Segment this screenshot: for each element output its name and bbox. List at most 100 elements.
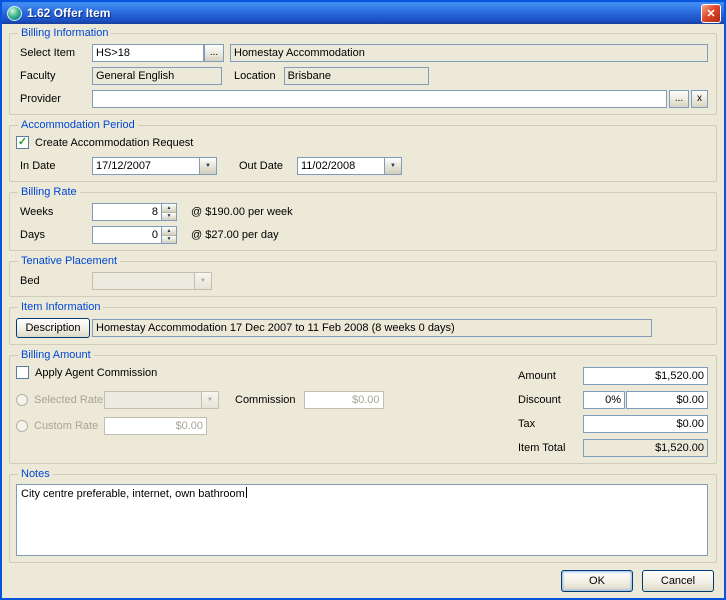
commission-panel: Apply Agent Commission Selected Rate ▼ C… [16, 361, 518, 457]
create-request-label: Create Accommodation Request [35, 137, 193, 149]
item-total-label: Item Total [518, 442, 566, 454]
custom-rate-row: Custom Rate $0.00 [16, 417, 518, 435]
select-item-browse-button[interactable]: ... [204, 44, 224, 62]
select-item-label: Select Item [16, 47, 92, 59]
description-field: Homestay Accommodation 17 Dec 2007 to 11… [92, 319, 652, 337]
tax-field[interactable]: $0.00 [583, 415, 708, 433]
tax-row: Tax $0.00 [518, 415, 708, 433]
custom-rate-label: Custom Rate [34, 420, 104, 432]
offer-item-dialog: 1.62 Offer Item ✕ Billing Information Se… [0, 0, 726, 600]
selected-rate-row: Selected Rate ▼ Commission $0.00 [16, 391, 518, 409]
provider-input[interactable] [92, 90, 667, 108]
discount-percent-field[interactable]: 0% [583, 391, 625, 409]
billing-amount-title: Billing Amount [18, 349, 94, 361]
commission-label: Commission [235, 394, 296, 406]
section-billing-amount: Billing Amount Apply Agent Commission Se… [9, 349, 717, 464]
selected-rate-radio [16, 394, 28, 406]
section-item-information: Item Information Description Homestay Ac… [9, 301, 717, 345]
apply-commission-row: Apply Agent Commission [16, 366, 518, 379]
amount-field[interactable]: $1,520.00 [583, 367, 708, 385]
tax-label: Tax [518, 418, 535, 430]
description-row: Description Homestay Accommodation 17 De… [16, 318, 708, 338]
weeks-spin-buttons: ▲ ▼ [161, 204, 176, 220]
in-date-dropdown-button[interactable]: ▼ [199, 158, 216, 174]
notes-text: City centre preferable, internet, own ba… [21, 488, 247, 500]
selected-rate-value [105, 392, 201, 408]
discount-label: Discount [518, 394, 561, 406]
selected-rate-label: Selected Rate [34, 394, 104, 406]
titlebar[interactable]: 1.62 Offer Item ✕ [2, 2, 724, 24]
item-information-title: Item Information [18, 301, 103, 313]
tenative-placement-title: Tenative Placement [18, 255, 120, 267]
section-billing-rate: Billing Rate Weeks 8 ▲ ▼ @ $190.00 per w… [9, 186, 717, 251]
out-date-label: Out Date [239, 160, 291, 172]
spin-up-icon[interactable]: ▲ [162, 227, 176, 236]
days-spin-buttons: ▲ ▼ [161, 227, 176, 243]
provider-browse-button[interactable]: ... [669, 90, 689, 108]
spin-down-icon[interactable]: ▼ [162, 236, 176, 244]
weeks-rate-text: @ $190.00 per week [191, 206, 293, 218]
select-item-input[interactable]: HS>18 [92, 44, 204, 62]
provider-clear-button[interactable]: x [691, 90, 708, 108]
amount-label: Amount [518, 370, 556, 382]
chevron-down-icon: ▼ [194, 273, 211, 289]
billing-rate-title: Billing Rate [18, 186, 80, 198]
ok-button[interactable]: OK [561, 570, 633, 592]
select-item-row: Select Item HS>18 ... Homestay Accommoda… [16, 44, 708, 62]
days-value[interactable]: 0 [93, 227, 161, 243]
location-field: Brisbane [284, 67, 429, 85]
selected-rate-select: ▼ [104, 391, 219, 409]
out-date-value[interactable]: 11/02/2008 [298, 158, 384, 174]
provider-row: Provider ... x [16, 90, 708, 108]
days-row: Days 0 ▲ ▼ @ $27.00 per day [16, 226, 708, 244]
billing-amount-body: Apply Agent Commission Selected Rate ▼ C… [16, 361, 708, 457]
close-icon: ✕ [706, 7, 715, 20]
section-tenative-placement: Tenative Placement Bed ▼ [9, 255, 717, 297]
weeks-value[interactable]: 8 [93, 204, 161, 220]
dialog-footer: OK Cancel [9, 570, 717, 592]
weeks-row: Weeks 8 ▲ ▼ @ $190.00 per week [16, 203, 708, 221]
in-date-picker[interactable]: 17/12/2007 ▼ [92, 157, 217, 175]
discount-row: Discount 0% $0.00 [518, 391, 708, 409]
chevron-down-glyph: ▼ [200, 278, 206, 284]
billing-information-title: Billing Information [18, 27, 111, 39]
window-title: 1.62 Offer Item [27, 6, 701, 20]
out-date-dropdown-button[interactable]: ▼ [384, 158, 401, 174]
custom-rate-radio [16, 420, 28, 432]
in-date-value[interactable]: 17/12/2007 [93, 158, 199, 174]
faculty-field: General English [92, 67, 222, 85]
chevron-down-icon: ▼ [390, 163, 396, 169]
apply-commission-checkbox[interactable] [16, 366, 29, 379]
discount-amount-field[interactable]: $0.00 [626, 391, 708, 409]
accommodation-period-title: Accommodation Period [18, 119, 138, 131]
bed-label: Bed [16, 275, 92, 287]
days-stepper[interactable]: 0 ▲ ▼ [92, 226, 177, 244]
commission-field: $0.00 [304, 391, 384, 409]
spin-up-icon[interactable]: ▲ [162, 204, 176, 213]
notes-textarea[interactable]: City centre preferable, internet, own ba… [16, 484, 708, 556]
amount-row: Amount $1,520.00 [518, 367, 708, 385]
section-notes: Notes City centre preferable, internet, … [9, 468, 717, 563]
section-accommodation-period: Accommodation Period ✓ Create Accommodat… [9, 119, 717, 182]
item-total-field: $1,520.00 [583, 439, 708, 457]
create-request-row: ✓ Create Accommodation Request [16, 136, 708, 149]
location-label: Location [234, 70, 276, 82]
notes-title: Notes [18, 468, 53, 480]
apply-commission-label: Apply Agent Commission [35, 367, 157, 379]
check-icon: ✓ [18, 137, 27, 148]
create-request-checkbox[interactable]: ✓ [16, 136, 29, 149]
in-date-label: In Date [16, 160, 92, 172]
dialog-body: Billing Information Select Item HS>18 ..… [2, 24, 724, 598]
description-button[interactable]: Description [16, 318, 90, 338]
close-button[interactable]: ✕ [701, 4, 721, 23]
chevron-down-glyph: ▼ [207, 397, 213, 403]
dates-row: In Date 17/12/2007 ▼ Out Date 11/02/2008… [16, 157, 708, 175]
chevron-down-icon: ▼ [205, 163, 211, 169]
weeks-stepper[interactable]: 8 ▲ ▼ [92, 203, 177, 221]
faculty-label: Faculty [16, 70, 92, 82]
out-date-picker[interactable]: 11/02/2008 ▼ [297, 157, 402, 175]
custom-rate-field: $0.00 [104, 417, 207, 435]
item-name-field: Homestay Accommodation [230, 44, 708, 62]
cancel-button[interactable]: Cancel [642, 570, 714, 592]
spin-down-icon[interactable]: ▼ [162, 213, 176, 221]
